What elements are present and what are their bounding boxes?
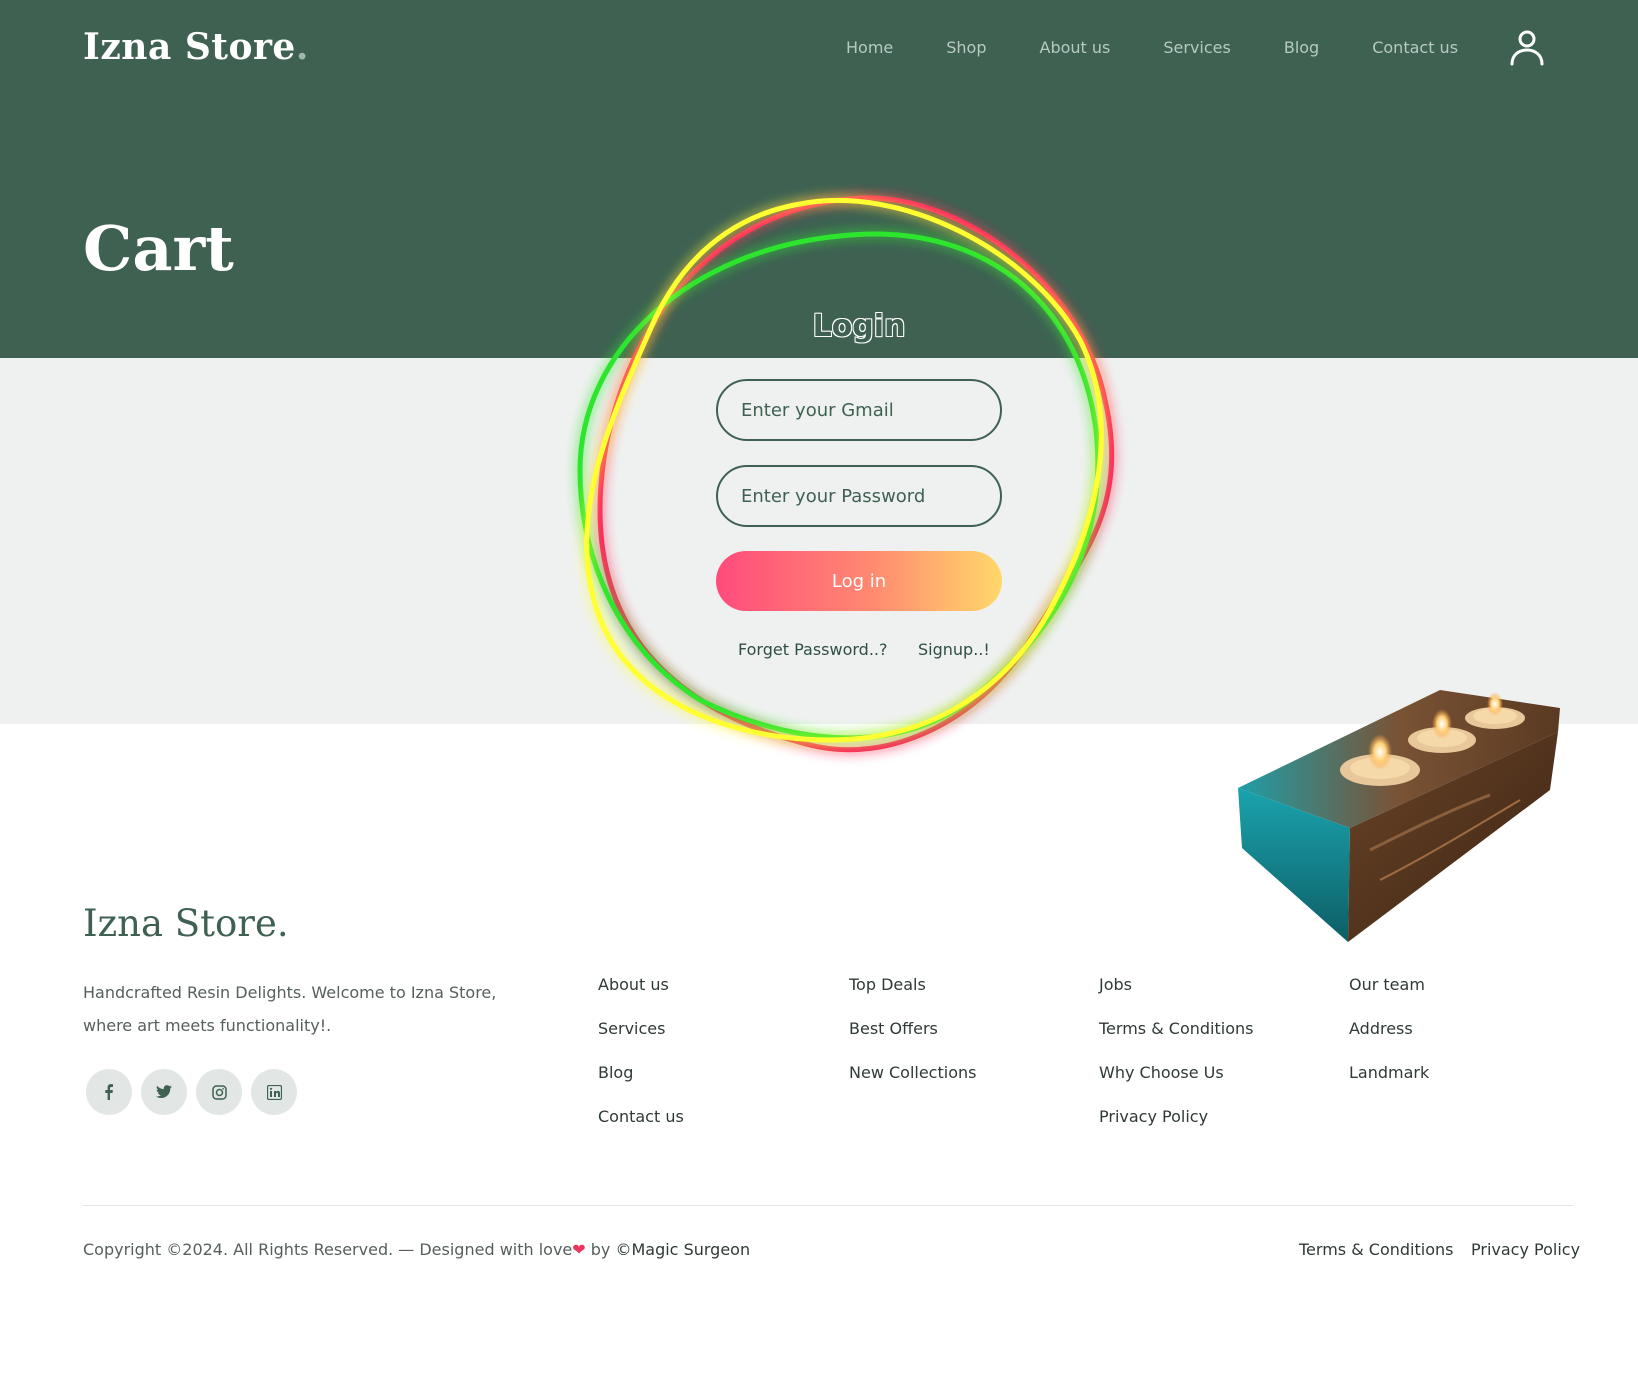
brand-logo[interactable]: Izna Store. bbox=[83, 26, 309, 68]
nav-contact[interactable]: Contact us bbox=[1372, 38, 1458, 57]
hero-header: Izna Store. Home Shop About us Services … bbox=[0, 0, 1638, 358]
linkedin-icon[interactable] bbox=[251, 1069, 297, 1115]
login-title: Login bbox=[812, 308, 906, 345]
footer-description: Handcrafted Resin Delights. Welcome to I… bbox=[83, 983, 497, 1035]
page-title: Cart bbox=[83, 212, 234, 285]
email-field[interactable] bbox=[716, 379, 1002, 441]
footer-link[interactable]: Jobs bbox=[1099, 975, 1253, 995]
legal-terms-link[interactable]: Terms & Conditions bbox=[1299, 1240, 1453, 1259]
footer-link[interactable]: About us bbox=[598, 975, 684, 995]
footer-link[interactable]: Terms & Conditions bbox=[1099, 1019, 1253, 1039]
footer-link[interactable]: Blog bbox=[598, 1063, 684, 1083]
nav-about[interactable]: About us bbox=[1040, 38, 1111, 57]
instagram-icon[interactable] bbox=[196, 1069, 242, 1115]
heart-icon: ❤ bbox=[572, 1240, 586, 1259]
footer-link[interactable]: Address bbox=[1349, 1019, 1429, 1039]
footer-link[interactable]: Landmark bbox=[1349, 1063, 1429, 1083]
footer-link[interactable]: Our team bbox=[1349, 975, 1429, 995]
login-button[interactable]: Log in bbox=[716, 551, 1002, 611]
forget-password-link[interactable]: Forget Password..? bbox=[738, 640, 887, 659]
facebook-icon[interactable] bbox=[86, 1069, 132, 1115]
main-nav: Home Shop About us Services Blog Contact… bbox=[846, 38, 1511, 57]
footer-link[interactable]: Contact us bbox=[598, 1107, 684, 1127]
footer-brand: Izna Store. bbox=[83, 902, 289, 945]
footer-column-3: Jobs Terms & Conditions Why Choose Us Pr… bbox=[1099, 975, 1253, 1151]
resin-candle-holder-image bbox=[1238, 690, 1560, 942]
author-link[interactable]: ©Magic Surgeon bbox=[615, 1240, 750, 1259]
footer-link[interactable]: New Collections bbox=[849, 1063, 976, 1083]
footer-link[interactable]: Top Deals bbox=[849, 975, 976, 995]
nav-shop[interactable]: Shop bbox=[946, 38, 986, 57]
footer-column-1: About us Services Blog Contact us bbox=[598, 975, 684, 1151]
user-icon[interactable] bbox=[1508, 28, 1546, 68]
twitter-icon[interactable] bbox=[141, 1069, 187, 1115]
footer-link[interactable]: Services bbox=[598, 1019, 684, 1039]
footer-link[interactable]: Best Offers bbox=[849, 1019, 976, 1039]
copyright-text: Copyright ©2024. All Rights Reserved. — … bbox=[83, 1240, 751, 1259]
legal-privacy-link[interactable]: Privacy Policy bbox=[1471, 1240, 1580, 1259]
signup-link[interactable]: Signup..! bbox=[918, 640, 990, 659]
nav-services[interactable]: Services bbox=[1163, 38, 1230, 57]
nav-home[interactable]: Home bbox=[846, 38, 893, 57]
footer-divider bbox=[83, 1205, 1573, 1206]
social-links bbox=[86, 1069, 297, 1115]
password-field[interactable] bbox=[716, 465, 1002, 527]
footer-link[interactable]: Privacy Policy bbox=[1099, 1107, 1253, 1127]
footer-column-4: Our team Address Landmark bbox=[1349, 975, 1429, 1107]
footer-column-2: Top Deals Best Offers New Collections bbox=[849, 975, 976, 1107]
footer-link[interactable]: Why Choose Us bbox=[1099, 1063, 1253, 1083]
nav-blog[interactable]: Blog bbox=[1284, 38, 1319, 57]
